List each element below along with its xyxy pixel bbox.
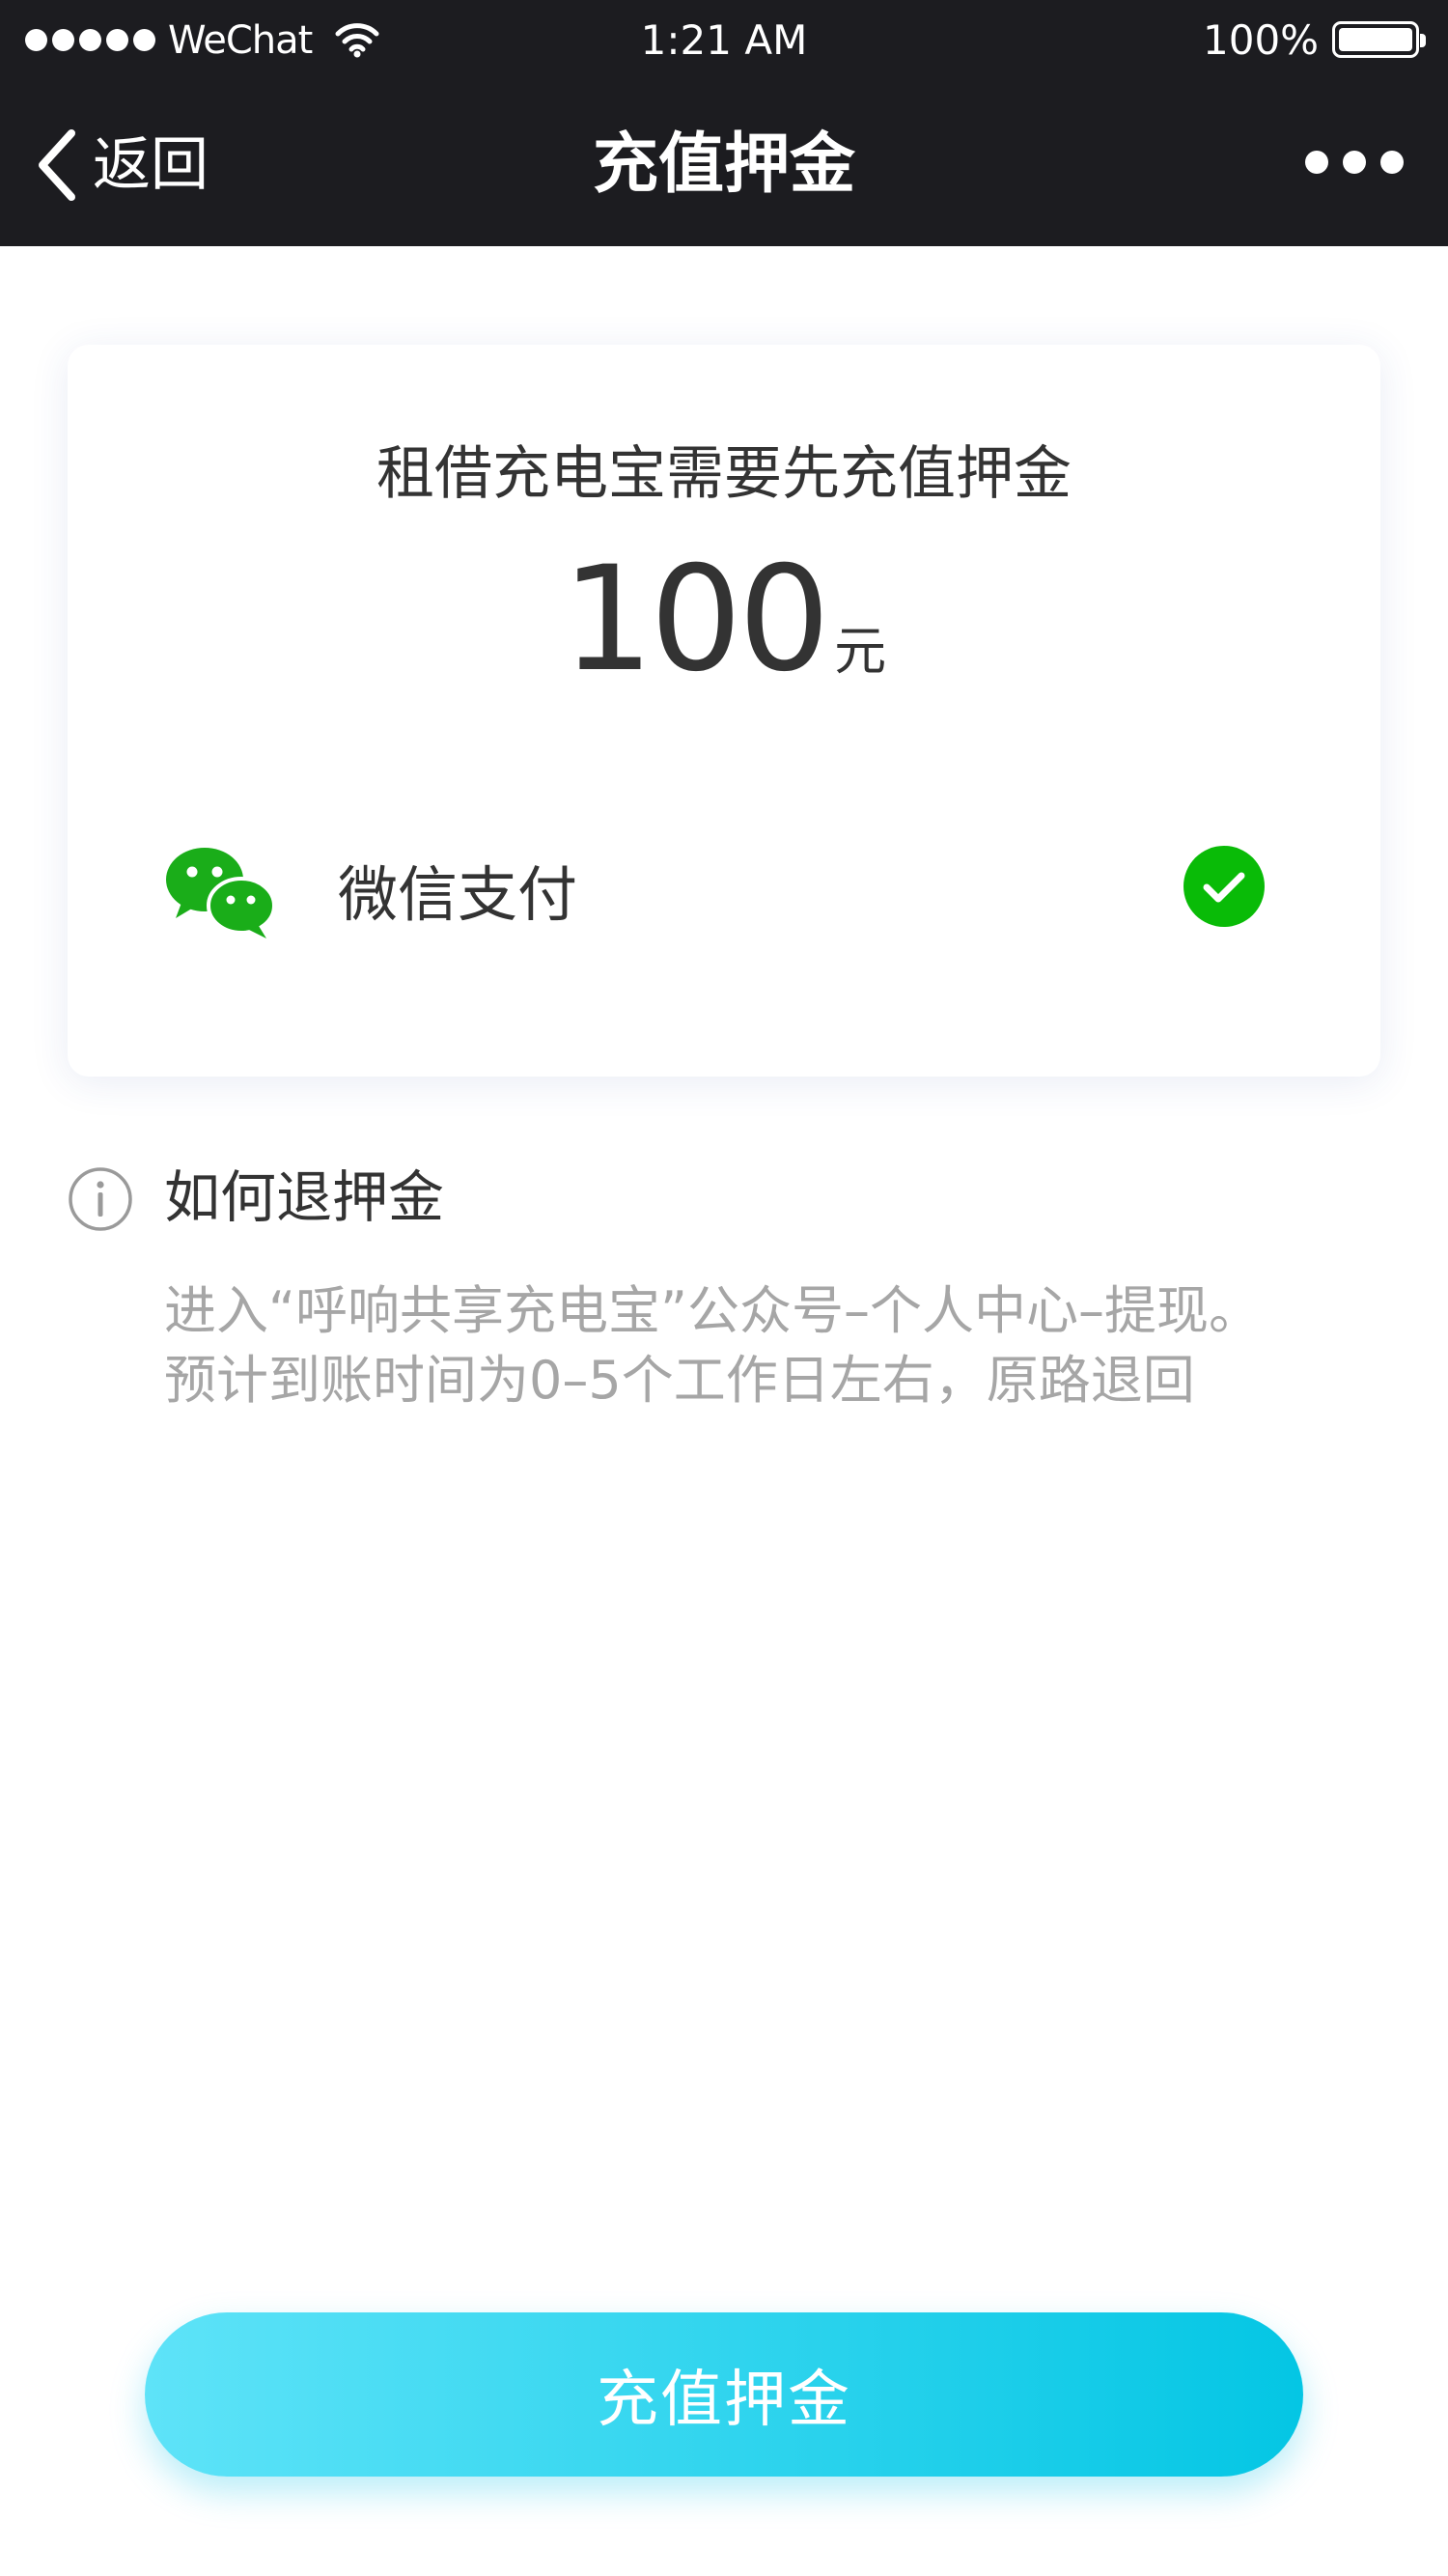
deposit-card: 租借充电宝需要先充值押金 100 元 微信支付 [68, 345, 1380, 1077]
refund-info-line: 进入“呼响共享充电宝”公众号–个人中心–提现。 [164, 1280, 1261, 1341]
battery-fill [1339, 28, 1412, 51]
more-dots-icon[interactable] [1305, 151, 1404, 174]
navigation-bar: 返回 充值押金 [0, 81, 1448, 246]
deposit-amount: 100 元 [68, 538, 1380, 702]
payment-option-wechat[interactable]: 微信支付 [164, 845, 1284, 961]
battery-percentage: 100% [1203, 16, 1320, 64]
info-icon [69, 1167, 132, 1231]
battery-icon [1332, 21, 1426, 58]
top-bar: WeChat 1:21 AM 100% 返回 充值押金 [0, 0, 1448, 246]
recharge-deposit-button[interactable]: 充值押金 [145, 2312, 1303, 2477]
check-circle-icon[interactable] [1183, 845, 1266, 928]
amount-unit: 元 [834, 621, 887, 682]
deposit-card-title: 租借充电宝需要先充值押金 [376, 440, 1072, 508]
refund-info-description: 进入“呼响共享充电宝”公众号–个人中心–提现。 预计到账时间为0–5个工作日左右… [164, 1276, 1380, 1415]
refund-info-line: 预计到账时间为0–5个工作日左右，原路退回 [164, 1350, 1195, 1411]
status-bar: WeChat 1:21 AM 100% [0, 0, 1448, 81]
page-title: 充值押金 [592, 126, 855, 203]
refund-info-title: 如何退押金 [164, 1164, 445, 1230]
wechat-icon [166, 848, 276, 938]
payment-method-label: 微信支付 [338, 859, 578, 930]
amount-value: 100 [561, 536, 830, 704]
